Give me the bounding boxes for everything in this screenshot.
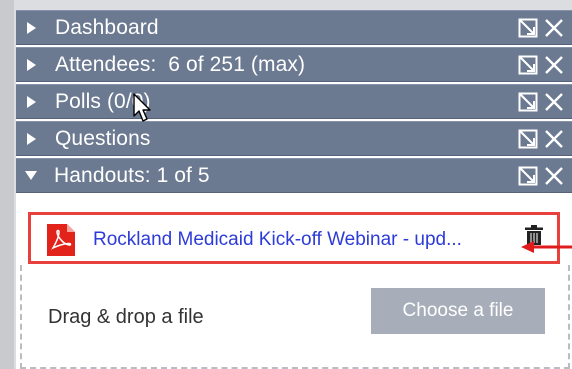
panel-bar-polls[interactable]: Polls (0/0) bbox=[16, 84, 572, 119]
panel-bar-handouts[interactable]: Handouts: 1 of 5 bbox=[16, 158, 572, 193]
popout-icon[interactable] bbox=[518, 18, 538, 38]
collapse-triangle-icon[interactable] bbox=[25, 171, 37, 180]
handouts-content: Rockland Medicaid Kick-off Webinar - upd… bbox=[16, 200, 572, 369]
expand-triangle-icon[interactable] bbox=[27, 58, 36, 71]
panel-bar-attendees[interactable]: Attendees: 6 of 251 (max) bbox=[16, 47, 572, 82]
panel-controls bbox=[518, 11, 564, 44]
panel-controls bbox=[518, 122, 564, 155]
left-edge bbox=[0, 0, 14, 369]
pdf-icon bbox=[47, 224, 75, 256]
popout-icon[interactable] bbox=[518, 55, 538, 75]
panel-controls bbox=[518, 85, 564, 118]
expand-triangle-icon[interactable] bbox=[27, 95, 36, 108]
close-icon[interactable] bbox=[544, 55, 564, 75]
panel-title: Handouts: 1 of 5 bbox=[54, 163, 210, 187]
close-icon[interactable] bbox=[544, 129, 564, 149]
panel-bar-questions[interactable]: Questions bbox=[16, 121, 572, 156]
webinar-side-panel: Dashboard Attendees: 6 of 251 (max) Poll… bbox=[16, 10, 572, 369]
popout-icon[interactable] bbox=[518, 92, 538, 112]
file-dropzone[interactable]: Drag & drop a file Choose a file bbox=[20, 265, 570, 369]
panel-title: Questions bbox=[55, 126, 151, 150]
handout-file-row[interactable]: Rockland Medicaid Kick-off Webinar - upd… bbox=[28, 212, 572, 264]
panel-bar-dashboard[interactable]: Dashboard bbox=[16, 10, 572, 45]
close-icon[interactable] bbox=[544, 92, 564, 112]
dropzone-label: Drag & drop a file bbox=[48, 306, 204, 328]
expand-triangle-icon[interactable] bbox=[27, 21, 36, 34]
panel-controls bbox=[518, 159, 564, 192]
popout-icon[interactable] bbox=[518, 166, 538, 186]
panel-title: Dashboard bbox=[55, 15, 159, 39]
panel-title: Attendees: 6 of 251 (max) bbox=[55, 52, 306, 76]
panel-controls bbox=[518, 48, 564, 81]
mouse-cursor-icon bbox=[133, 93, 151, 122]
popout-icon[interactable] bbox=[518, 129, 538, 149]
handout-file-link[interactable]: Rockland Medicaid Kick-off Webinar - upd… bbox=[93, 229, 462, 251]
choose-file-button[interactable]: Choose a file bbox=[371, 288, 545, 334]
close-icon[interactable] bbox=[544, 18, 564, 38]
annotation-arrow-icon bbox=[521, 241, 572, 253]
panel-bars: Dashboard Attendees: 6 of 251 (max) Poll… bbox=[16, 10, 572, 195]
expand-triangle-icon[interactable] bbox=[27, 132, 36, 145]
close-icon[interactable] bbox=[544, 166, 564, 186]
